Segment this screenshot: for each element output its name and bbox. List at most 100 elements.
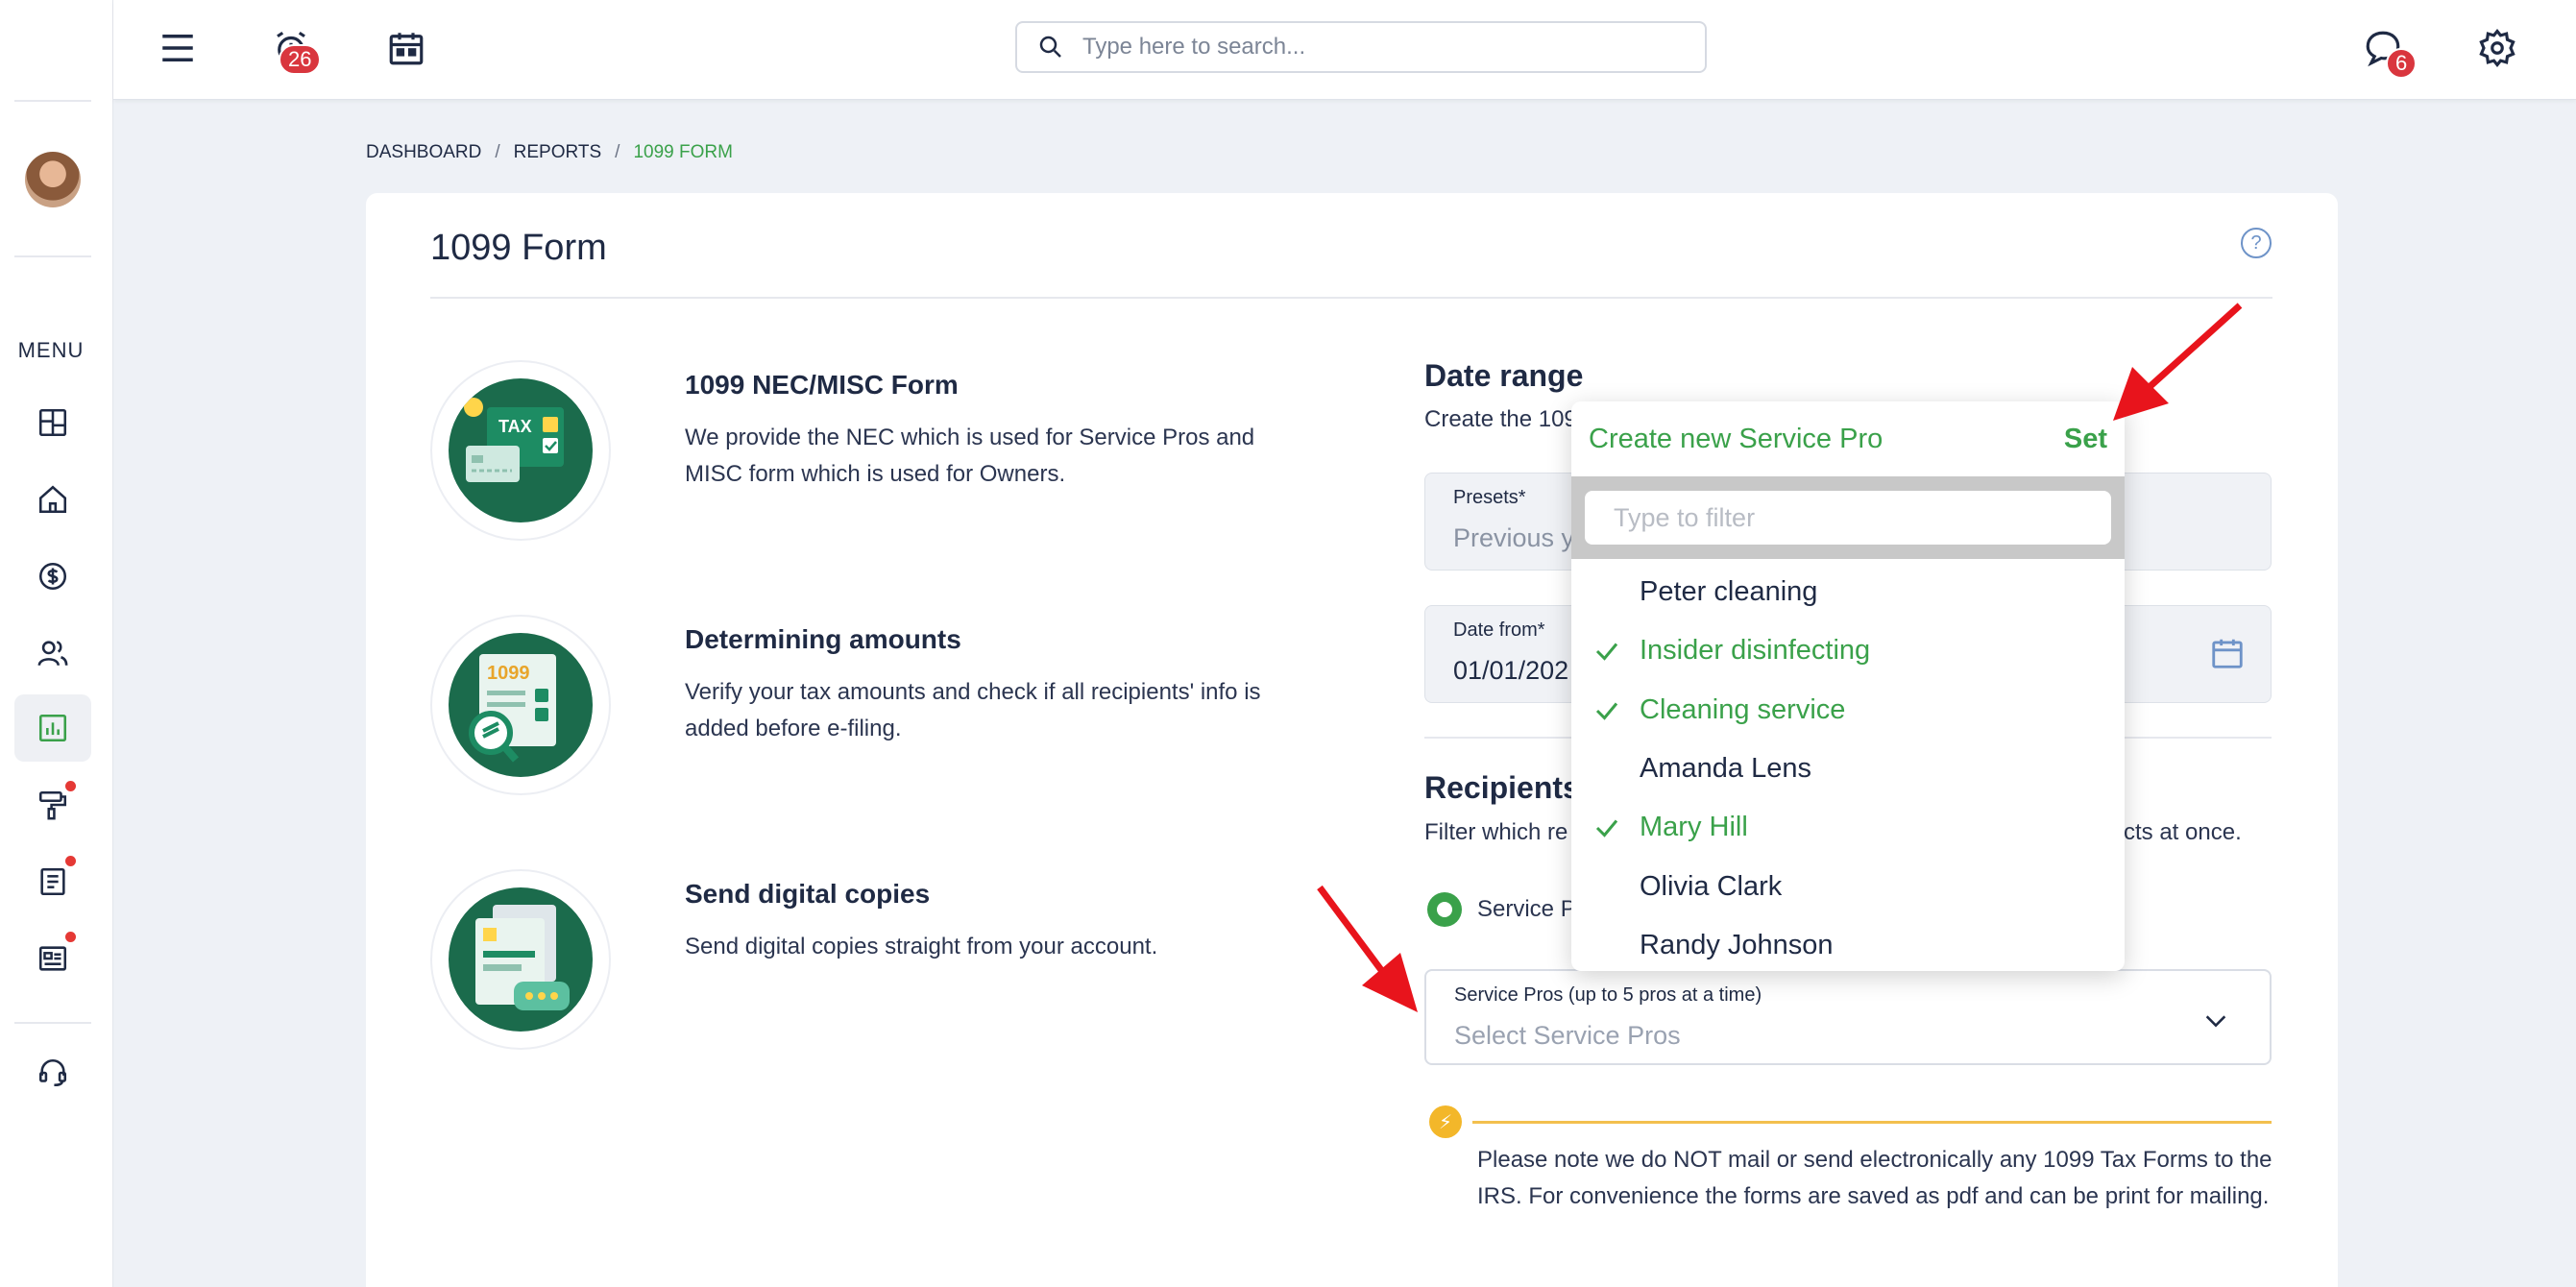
breadcrumb: DASHBOARD / REPORTS / 1099 FORM: [366, 142, 733, 163]
search-box[interactable]: [1015, 21, 1707, 73]
feature-text: Send digital copies straight from your a…: [685, 934, 1158, 959]
chevron-down-icon: [2205, 1015, 2226, 1028]
list-item[interactable]: Olivia Clark: [1571, 857, 2125, 915]
sidebar-item-cards[interactable]: [14, 925, 91, 992]
service-pros-radio[interactable]: [1427, 892, 1462, 927]
recipients-subtitle-end: cts at once.: [2124, 819, 2242, 845]
alarm-count-badge: 26: [279, 44, 322, 75]
feature-title: Send digital copies: [685, 879, 931, 909]
recipients-title: Recipients: [1424, 770, 1580, 805]
service-pros-list: Peter cleaning Insider disinfecting Clea…: [1571, 559, 2125, 971]
reports-icon: [38, 714, 67, 742]
svg-text:1099: 1099: [487, 663, 530, 684]
magnifier-1099-illustration: 1099: [430, 615, 611, 795]
search-input[interactable]: [1082, 34, 1659, 61]
service-pros-radio-label[interactable]: Service P: [1477, 896, 1576, 923]
breadcrumb-separator: /: [495, 142, 500, 162]
tax-form-illustration: TAX: [430, 360, 611, 541]
list-item[interactable]: Amanda Lens: [1571, 740, 2125, 798]
list-item[interactable]: Randy Johnson: [1571, 916, 2125, 971]
note-text: Please note we do NOT mail or send elect…: [1477, 1147, 2272, 1209]
breadcrumb-reports[interactable]: REPORTS: [514, 142, 602, 163]
sidebar-item-home[interactable]: [14, 466, 91, 533]
topbar: 26 6: [113, 0, 2576, 100]
note-divider: [1472, 1121, 2272, 1124]
checkmark-icon: [1595, 702, 1618, 720]
hamburger-icon: [162, 35, 193, 61]
feature-title: 1099 NEC/MISC Form: [685, 370, 959, 400]
date-range-subtitle: Create the 109: [1424, 406, 1577, 432]
service-pros-select[interactable]: Service Pros (up to 5 pros at a time) Se…: [1424, 969, 2272, 1065]
recipients-subtitle: Filter which re: [1424, 819, 1568, 845]
help-button[interactable]: ?: [2241, 228, 2272, 258]
date-from-value: 01/01/202: [1453, 656, 1569, 685]
document-icon: [40, 867, 65, 896]
feature-text: We provide the NEC which is used for Ser…: [685, 425, 1255, 487]
list-item[interactable]: Peter cleaning: [1571, 563, 2125, 621]
sidebar-item-payments[interactable]: [14, 543, 91, 610]
avatar[interactable]: [25, 152, 81, 207]
paint-roller-icon: [38, 790, 67, 820]
hamburger-menu-button[interactable]: [151, 21, 205, 75]
breadcrumb-separator: /: [615, 142, 620, 162]
sidebar-item-users[interactable]: [14, 619, 91, 687]
digital-copies-illustration: [430, 869, 611, 1050]
notification-dot: [65, 781, 76, 791]
breadcrumb-dashboard[interactable]: DASHBOARD: [366, 142, 481, 163]
calendar-button[interactable]: [379, 21, 433, 75]
presets-label: Presets*: [1453, 487, 1526, 508]
sidebar-divider: [14, 255, 91, 257]
sidebar-item-support[interactable]: [14, 1039, 91, 1106]
calendar-icon[interactable]: [2209, 635, 2246, 671]
help-icon: ?: [2250, 231, 2262, 254]
list-item-label: Randy Johnson: [1640, 929, 1834, 960]
home-icon: [38, 485, 67, 514]
sidebar-divider: [14, 100, 91, 102]
sidebar-item-dashboard[interactable]: [14, 389, 91, 456]
notification-dot: [65, 932, 76, 942]
feature-text: Verify your tax amounts and check if all…: [685, 679, 1261, 741]
service-pros-select-label: Service Pros (up to 5 pros at a time): [1454, 984, 1762, 1006]
dollar-icon: [38, 562, 67, 591]
gear-icon: [2479, 28, 2515, 68]
dashboard-icon: [38, 408, 67, 437]
filter-input[interactable]: [1585, 491, 2111, 545]
svg-text:TAX: TAX: [498, 417, 532, 436]
annotation-arrow-select: [1317, 885, 1418, 1012]
notification-dot: [65, 856, 76, 866]
chat-count-badge: 6: [2386, 48, 2418, 79]
list-item-label: Olivia Clark: [1640, 870, 1783, 902]
set-button[interactable]: Set: [2064, 424, 2107, 455]
title-divider: [430, 297, 2272, 299]
list-item[interactable]: Insider disinfecting: [1571, 621, 2125, 680]
presets-value: Previous y: [1453, 523, 1575, 552]
list-item-label: Insider disinfecting: [1640, 635, 1871, 667]
feature-title: Determining amounts: [685, 624, 961, 654]
list-item-label: Amanda Lens: [1640, 753, 1811, 785]
filter-bar: [1571, 476, 2125, 559]
date-range-title: Date range: [1424, 358, 1584, 393]
list-item-label: Mary Hill: [1640, 812, 1748, 843]
dropdown-header: Create new Service Pro Set: [1571, 401, 2125, 476]
support-headset-icon: [38, 1059, 67, 1087]
list-item[interactable]: Cleaning service: [1571, 681, 2125, 740]
sidebar-item-services[interactable]: [14, 771, 91, 838]
checkmark-icon: [1595, 643, 1618, 662]
service-pros-dropdown: Create new Service Pro Set Peter cleanin…: [1571, 401, 2125, 971]
list-item-label: Cleaning service: [1640, 693, 1846, 725]
users-icon: [37, 641, 68, 667]
checkmark-icon: [1595, 819, 1618, 838]
settings-button[interactable]: [2470, 21, 2524, 75]
create-service-pro-link[interactable]: Create new Service Pro: [1589, 424, 1883, 455]
breadcrumb-1099-form: 1099 FORM: [633, 142, 733, 162]
calendar-icon: [389, 33, 424, 65]
sidebar-item-documents[interactable]: [14, 848, 91, 915]
list-item[interactable]: Mary Hill: [1571, 798, 2125, 857]
sidebar-divider: [14, 1022, 91, 1024]
list-item-label: Peter cleaning: [1640, 576, 1818, 608]
sidebar-item-reports[interactable]: [14, 694, 91, 762]
sidebar: MENU: [0, 0, 113, 1287]
card-icon: [38, 946, 67, 971]
lightbulb-icon: ⚡: [1429, 1105, 1462, 1138]
menu-label: MENU: [17, 338, 85, 362]
